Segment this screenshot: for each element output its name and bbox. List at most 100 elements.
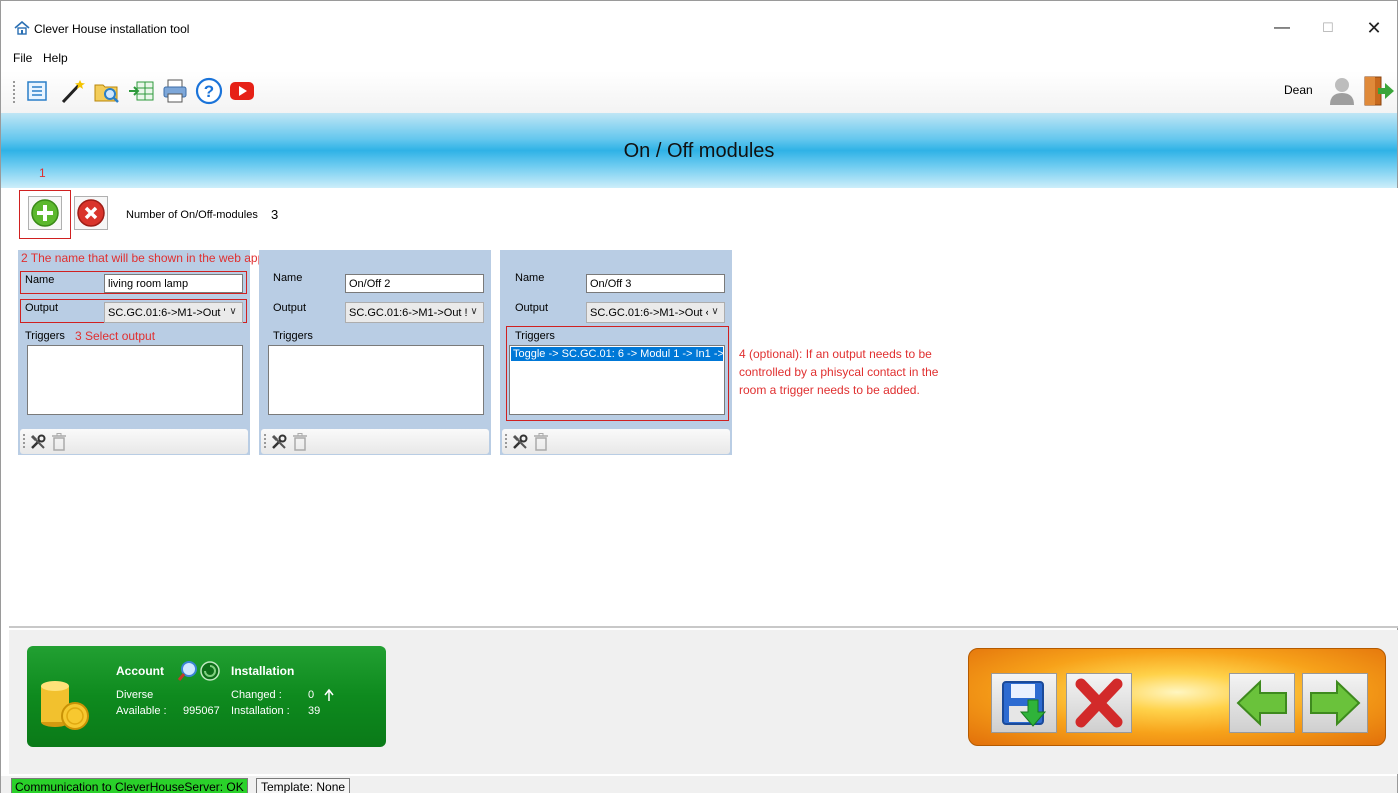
help-icon[interactable]: ? <box>195 77 223 105</box>
output-select-value: SC.GC.01:6->M1->Out ' <box>108 307 226 319</box>
user-avatar-icon[interactable] <box>1327 75 1357 107</box>
add-module-button[interactable] <box>28 196 62 230</box>
trigger-item[interactable]: Toggle -> SC.GC.01: 6 -> Modul 1 -> In1 … <box>511 347 723 361</box>
menu-file[interactable]: File <box>13 51 32 65</box>
tools-icon[interactable] <box>270 433 288 451</box>
search-icon[interactable] <box>177 660 199 682</box>
bottom-panel: Account Installation Diverse Available :… <box>9 630 1398 774</box>
trash-icon[interactable] <box>534 433 548 451</box>
account-panel: Account Installation Diverse Available :… <box>27 646 386 747</box>
annotation-3: 3 Select output <box>75 329 156 343</box>
output-label: Output <box>515 302 549 314</box>
account-label: Account <box>116 664 164 678</box>
module-card-1: 2 The name that will be shown in the web… <box>18 250 264 455</box>
name-label: Name <box>25 274 55 286</box>
module-count-label: Number of On/Off-modules <box>126 209 258 221</box>
arrow-left-icon <box>1236 679 1287 727</box>
settings-list-icon[interactable] <box>23 77 51 105</box>
toolbar-grip[interactable] <box>13 81 16 103</box>
trash-icon[interactable] <box>293 433 307 451</box>
arrow-right-icon <box>1310 679 1361 727</box>
app-window: Clever House installation tool — ☐ ✕ Fil… <box>0 0 1398 793</box>
footer-grip <box>264 434 266 448</box>
coins-icon <box>41 681 89 730</box>
svg-text:?: ? <box>204 82 214 101</box>
triggers-label: Triggers <box>25 330 65 342</box>
print-icon[interactable] <box>161 77 189 105</box>
youtube-icon[interactable] <box>228 77 256 105</box>
status-bar: Communication to CleverHouseServer: OK T… <box>1 776 1397 793</box>
name-input[interactable]: living room lamp <box>104 274 243 293</box>
chevron-down-icon: ∨ <box>708 305 722 319</box>
triggers-label: Triggers <box>273 330 313 342</box>
wizard-icon[interactable] <box>59 77 87 105</box>
module-footer <box>261 429 489 454</box>
modules-area: 1 Number of On/Off-modules 3 2 The name … <box>9 166 1398 628</box>
output-select[interactable]: SC.GC.01:6->M1->Out ' ∨ <box>104 302 243 323</box>
output-label: Output <box>25 302 59 314</box>
tools-icon[interactable] <box>511 433 529 451</box>
changed-label: Changed : <box>231 689 282 701</box>
title-bar: Clever House installation tool — ☐ ✕ <box>1 1 1397 41</box>
module-count-value: 3 <box>271 207 279 222</box>
page-header: On / Off modules <box>1 113 1397 188</box>
remove-module-button[interactable] <box>74 196 108 230</box>
output-select-value: SC.GC.01:6->M1->Out ‹ <box>590 307 710 319</box>
window-title: Clever House installation tool <box>34 22 190 36</box>
triggers-label: Triggers <box>515 330 555 342</box>
triggers-list[interactable] <box>268 345 484 415</box>
changed-value: 0 <box>308 689 315 701</box>
name-input[interactable]: On/Off 2 <box>345 274 484 293</box>
output-select[interactable]: SC.GC.01:6->M1->Out ‹ ∨ <box>586 302 725 323</box>
footer-grip <box>23 434 25 448</box>
cancel-button[interactable] <box>1066 673 1132 733</box>
output-label: Output <box>273 302 307 314</box>
search-folder-icon[interactable] <box>93 77 121 105</box>
annotation-4-line-3: room a trigger needs to be added. <box>739 383 920 397</box>
annotation-4-line-2: controlled by a phisycal contact in the <box>739 365 939 379</box>
name-label: Name <box>273 272 303 284</box>
chevron-down-icon: ∨ <box>226 305 240 319</box>
remove-icon <box>77 199 105 227</box>
action-panel <box>968 648 1386 746</box>
cancel-icon <box>1075 678 1123 728</box>
footer-grip <box>505 434 507 448</box>
module-card-3: Name On/Off 3 Output SC.GC.01:6->M1->Out… <box>500 250 732 455</box>
next-button[interactable] <box>1302 673 1368 733</box>
maximize-button[interactable]: ☐ <box>1305 15 1351 41</box>
installation-label: Installation <box>231 664 295 678</box>
name-label: Name <box>515 272 545 284</box>
annotation-4-line-1: 4 (optional): If an output needs to be <box>739 347 932 361</box>
output-select[interactable]: SC.GC.01:6->M1->Out ! ∨ <box>345 302 484 323</box>
export-table-icon[interactable] <box>127 77 155 105</box>
triggers-list[interactable] <box>27 345 243 415</box>
menu-bar: File Help <box>1 46 1397 68</box>
annotation-1: 1 <box>39 166 46 180</box>
close-button[interactable]: ✕ <box>1351 15 1397 41</box>
available-label: Available : <box>116 705 167 717</box>
back-button[interactable] <box>1229 673 1295 733</box>
triggers-list[interactable]: Toggle -> SC.GC.01: 6 -> Modul 1 -> In1 … <box>509 345 725 415</box>
minimize-button[interactable]: — <box>1259 15 1305 41</box>
add-icon <box>31 199 59 227</box>
tools-icon[interactable] <box>29 433 47 451</box>
save-button[interactable] <box>991 673 1057 733</box>
upload-arrow-icon[interactable] <box>323 688 335 702</box>
annotation-2: 2 The name that will be shown in the web… <box>21 251 265 265</box>
user-name: Dean <box>1284 83 1313 97</box>
output-select-value: SC.GC.01:6->M1->Out ! <box>349 307 468 319</box>
logout-door-icon[interactable] <box>1361 75 1395 107</box>
connection-status: Communication to CleverHouseServer: OK <box>11 778 248 793</box>
save-icon <box>1002 681 1047 727</box>
installation-count-value: 39 <box>308 705 321 717</box>
toolbar: ? Dean <box>1 71 1397 113</box>
module-footer <box>502 429 730 454</box>
menu-help[interactable]: Help <box>43 51 68 65</box>
refresh-icon[interactable] <box>199 660 221 682</box>
house-icon <box>14 21 30 35</box>
available-value: 995067 <box>183 705 220 717</box>
name-input[interactable]: On/Off 3 <box>586 274 725 293</box>
installation-count-label: Installation : <box>231 705 290 717</box>
trash-icon[interactable] <box>52 433 66 451</box>
template-status: Template: None <box>256 778 351 793</box>
